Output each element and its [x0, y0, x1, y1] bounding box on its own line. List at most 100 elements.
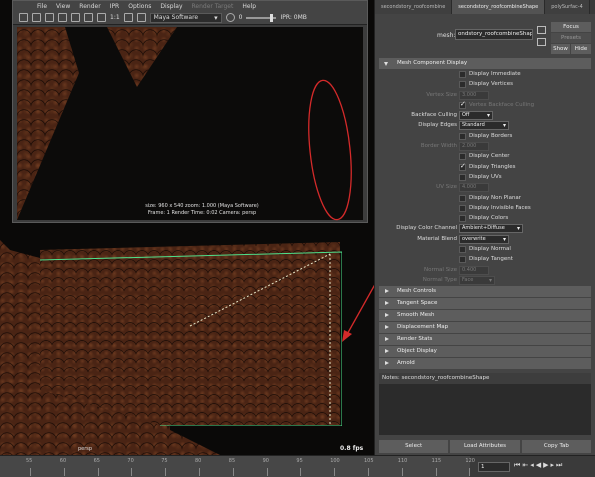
- go-to-output-icon[interactable]: [537, 38, 546, 46]
- attr-checkbox[interactable]: [459, 204, 466, 212]
- notes-panel: Notes: secondstory_roofcombineShape: [379, 373, 591, 435]
- notes-textarea[interactable]: [379, 384, 591, 435]
- attr-row: Display Invisible Faces: [379, 204, 591, 214]
- show-button[interactable]: Show: [551, 44, 570, 54]
- attr-checkbox[interactable]: [459, 100, 466, 109]
- attr-dropdown[interactable]: Face: [459, 275, 495, 285]
- attr-dropdown[interactable]: overwrite: [459, 234, 509, 244]
- notes-label: Notes: secondstory_roofcombineShape: [382, 375, 490, 381]
- attr-checkbox[interactable]: [459, 81, 466, 89]
- timeline-tick: [30, 468, 31, 476]
- attr-dropdown[interactable]: Ambient+Diffuse: [459, 224, 523, 234]
- attr-checkbox-label: Display Colors: [469, 215, 509, 222]
- timeline-tick: [469, 468, 471, 476]
- section-header[interactable]: Mesh Controls: [379, 286, 591, 298]
- focus-button[interactable]: Focus: [551, 22, 591, 32]
- hide-button[interactable]: Hide: [571, 44, 591, 54]
- attr-row: Vertex Size 3.000: [379, 90, 591, 101]
- section-header[interactable]: Tangent Space: [379, 298, 591, 310]
- timeline-tick-label: 65: [93, 458, 100, 464]
- attr-row: Display Triangles: [379, 162, 591, 173]
- section-header[interactable]: Arnold: [379, 358, 591, 370]
- attr-label: Normal Size: [424, 266, 457, 273]
- attribute-list: Mesh Component Display Display Immediate…: [379, 58, 591, 370]
- attr-checkbox[interactable]: [459, 162, 466, 171]
- tab-polysurface[interactable]: polySurfac-4: [545, 0, 590, 14]
- attr-row: Display Vertices: [379, 80, 591, 90]
- attr-checkbox-label: Display Center: [469, 153, 510, 160]
- attribute-editor: secondstory_roofcombine secondstory_roof…: [374, 0, 595, 455]
- attr-checkbox[interactable]: [459, 215, 466, 223]
- current-frame-field[interactable]: 1: [478, 462, 510, 472]
- attr-label: Material Blend: [417, 235, 457, 242]
- attr-checkbox[interactable]: [459, 194, 466, 202]
- attr-number-field[interactable]: 2.000: [459, 142, 489, 152]
- timeline-tick-label: 95: [296, 458, 303, 464]
- attr-checkbox[interactable]: [459, 256, 466, 264]
- attr-checkbox[interactable]: [459, 132, 466, 140]
- playback-controls: ⏮ ⇤ ◂ ◀ ▶ ▸ ⏭: [514, 461, 562, 470]
- attr-row: Normal Type Face: [379, 275, 591, 286]
- attr-row: Display Immediate: [379, 70, 591, 80]
- attr-number-field[interactable]: 3.000: [459, 90, 489, 100]
- step-forward-frame-icon[interactable]: ▸: [550, 461, 554, 470]
- attr-dropdown[interactable]: Standard: [459, 121, 509, 131]
- play-forwards-icon[interactable]: ▶: [543, 461, 548, 470]
- section-header[interactable]: Smooth Mesh: [379, 310, 591, 322]
- tab-shape[interactable]: secondstory_roofcombineShape: [452, 0, 546, 14]
- attr-number-field[interactable]: 4.000: [459, 183, 489, 193]
- timeline-tick-label: 110: [397, 458, 408, 464]
- load-attributes-button[interactable]: Load Attributes: [450, 440, 520, 453]
- attr-row: UV Size 4.000: [379, 183, 591, 193]
- step-back-frame-icon[interactable]: ◂: [530, 461, 534, 470]
- attr-label: Vertex Size: [426, 91, 457, 98]
- section-mesh-component-display[interactable]: Mesh Component Display: [379, 58, 591, 69]
- attr-dropdown[interactable]: Off: [459, 111, 493, 121]
- attr-row: Material Blend overwrite: [379, 234, 591, 245]
- attr-checkbox[interactable]: [459, 246, 466, 254]
- section-header[interactable]: Render Stats: [379, 334, 591, 346]
- time-slider: 55 60 65 70 75 80 85 90 95 100 105 110 115 120 1 ⏮ ⇤ …: [0, 455, 595, 477]
- attribute-editor-buttons: Select Load Attributes Copy Tab: [379, 440, 591, 453]
- section-header[interactable]: Object Display: [379, 346, 591, 358]
- presets-button[interactable]: Presets: [551, 33, 591, 43]
- timeline-tick-label: 120: [465, 458, 475, 464]
- timeline-tick: [97, 468, 99, 476]
- mesh-name-field[interactable]: ondstory_roofcombineShape: [455, 29, 533, 40]
- attr-checkbox[interactable]: [459, 71, 466, 78]
- attr-row: Vertex Backface Culling: [379, 100, 591, 111]
- timeline-tick: [300, 468, 302, 476]
- go-to-input-icon[interactable]: [537, 26, 546, 34]
- attr-checkbox[interactable]: [459, 173, 466, 181]
- timeline-tick-label: 75: [161, 458, 168, 464]
- go-to-end-icon[interactable]: ⏭: [556, 461, 562, 470]
- timeline-tick: [199, 468, 200, 476]
- attr-row: Display UVs: [379, 173, 591, 183]
- attr-row: Display Colors: [379, 214, 591, 224]
- attr-label: Display Edges: [418, 122, 457, 129]
- attr-checkbox-label: Display Immediate: [469, 71, 521, 77]
- play-backwards-icon[interactable]: ◀: [536, 461, 541, 470]
- attr-checkbox-label: Display Non Planar: [469, 194, 522, 201]
- step-back-key-icon[interactable]: ⇤: [522, 461, 528, 470]
- select-button[interactable]: Select: [379, 440, 449, 453]
- tab-transform[interactable]: secondstory_roofcombine: [375, 0, 453, 14]
- attr-row: Display Color Channel Ambient+Diffuse: [379, 224, 591, 234]
- section-header[interactable]: Displacement Map: [379, 322, 591, 334]
- attr-row: Display Center: [379, 152, 591, 162]
- attr-row: Border Width 2.000: [379, 142, 591, 152]
- timeline-tick-label: 90: [262, 458, 269, 464]
- timeline-tick: [131, 468, 133, 476]
- attr-checkbox-label: Display Normal: [469, 246, 511, 253]
- go-to-start-icon[interactable]: ⏮: [514, 461, 520, 470]
- attr-checkbox[interactable]: [459, 153, 466, 161]
- attr-checkbox-label: Display UVs: [469, 173, 502, 180]
- time-ruler[interactable]: 55 60 65 70 75 80 85 90 95 100 105 110 115 120: [0, 456, 475, 477]
- attr-checkbox-label: Display Triangles: [469, 163, 516, 170]
- timeline-tick: [63, 468, 65, 476]
- mesh-label: mesh:: [437, 32, 456, 39]
- attr-number-field[interactable]: 0.400: [459, 265, 489, 275]
- attr-label: Backface Culling: [411, 112, 457, 119]
- copy-tab-button[interactable]: Copy Tab: [521, 440, 591, 453]
- attr-checkbox-label: Display Borders: [469, 132, 513, 139]
